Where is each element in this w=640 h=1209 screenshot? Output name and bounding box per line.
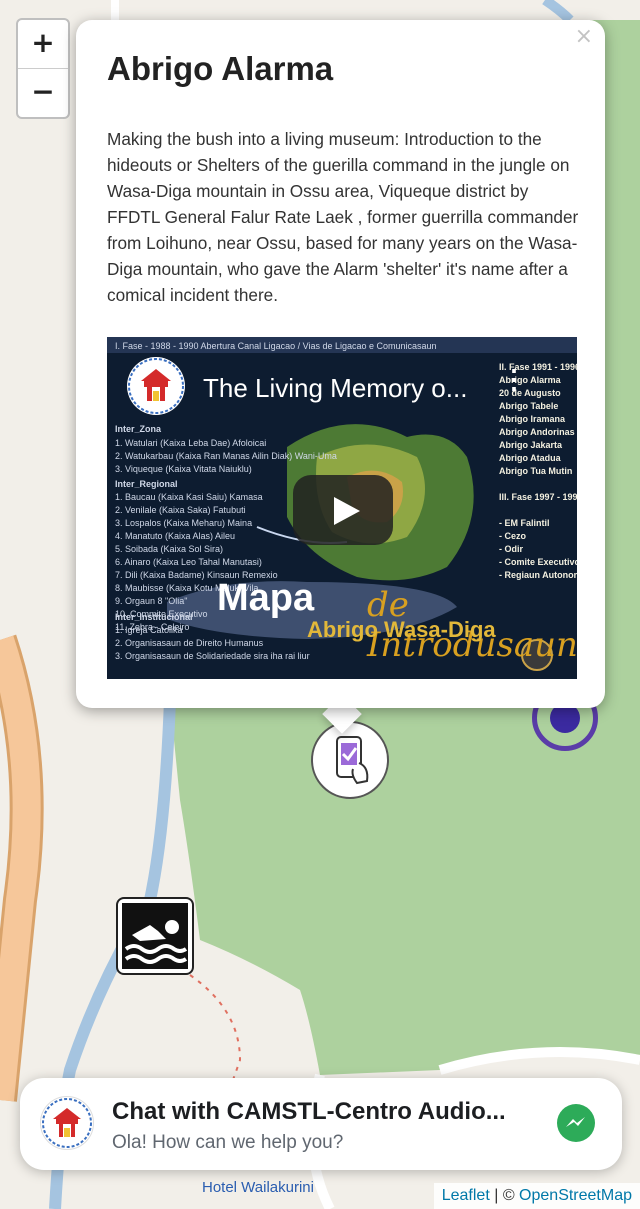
chat-subtitle: Ola! How can we help you? bbox=[112, 1132, 344, 1153]
popup-close-button[interactable]: × bbox=[575, 24, 593, 49]
video-overlay-abrigo: Abrigo Wasa-Diga bbox=[307, 617, 496, 642]
video-section-inter-institucional: Inter_Institucional bbox=[115, 612, 193, 622]
play-button[interactable] bbox=[293, 475, 393, 545]
chat-title: Chat with CAMSTL-Centro Audio... bbox=[112, 1098, 506, 1125]
video-menu-icon[interactable]: ⋮ bbox=[501, 366, 527, 392]
openstreetmap-link[interactable]: OpenStreetMap bbox=[519, 1187, 632, 1204]
video-section-inter-zona: Inter_Zona bbox=[115, 424, 162, 434]
zoom-control: + − bbox=[16, 18, 70, 119]
phone-checkmark-icon bbox=[336, 736, 369, 785]
swim-marker[interactable] bbox=[116, 897, 194, 975]
popup-description: Making the bush into a living museum: In… bbox=[107, 129, 579, 305]
chat-avatar bbox=[40, 1096, 94, 1150]
messenger-chat-widget[interactable]: Chat with CAMSTL-Centro Audio... Ola! Ho… bbox=[20, 1078, 622, 1170]
messenger-bolt-icon bbox=[566, 1117, 585, 1127]
zoom-out-button[interactable]: − bbox=[18, 69, 68, 117]
video-header-text: I. Fase - 1988 - 1990 Abertura Canal Lig… bbox=[115, 341, 437, 351]
video-right-list: II. Fase 1991 - 1996 Abrigo Alarma 20 de… bbox=[499, 362, 577, 580]
map-attribution: Leaflet | © OpenStreetMap bbox=[433, 1183, 640, 1209]
video-overlay-mapa: Mapa bbox=[217, 577, 315, 619]
map-label-hotel[interactable]: Hotel Wailakurini bbox=[202, 1179, 314, 1196]
channel-logo-icon[interactable] bbox=[127, 357, 185, 415]
video-inter-institucional-list: 1. Igreja Catolika 2. Organisasaun de Di… bbox=[115, 625, 310, 661]
forest-area bbox=[170, 700, 640, 1075]
leaflet-link[interactable]: Leaflet bbox=[442, 1187, 490, 1204]
popup-title: Abrigo Alarma bbox=[107, 50, 334, 87]
messenger-icon[interactable] bbox=[557, 1104, 595, 1142]
attribution-separator: | © bbox=[489, 1187, 520, 1204]
video-title[interactable]: The Living Memory o... bbox=[203, 373, 467, 404]
zoom-in-button[interactable]: + bbox=[18, 20, 68, 69]
video-section-inter-regional: Inter_Regional bbox=[115, 479, 178, 489]
river-top bbox=[542, 0, 574, 24]
info-popup: × Abrigo Alarma Making the bush into a l… bbox=[76, 20, 605, 708]
pagoda-logo-icon bbox=[128, 358, 184, 414]
swimming-icon bbox=[122, 903, 188, 969]
youtube-video-embed[interactable]: I. Fase - 1988 - 1990 Abertura Canal Lig… bbox=[107, 337, 577, 679]
pagoda-logo-icon bbox=[42, 1098, 92, 1148]
video-inter-zona-list: 1. Watulari (Kaixa Leba Dae) Afoloicai 2… bbox=[115, 438, 337, 474]
phone-marker[interactable] bbox=[311, 721, 389, 799]
